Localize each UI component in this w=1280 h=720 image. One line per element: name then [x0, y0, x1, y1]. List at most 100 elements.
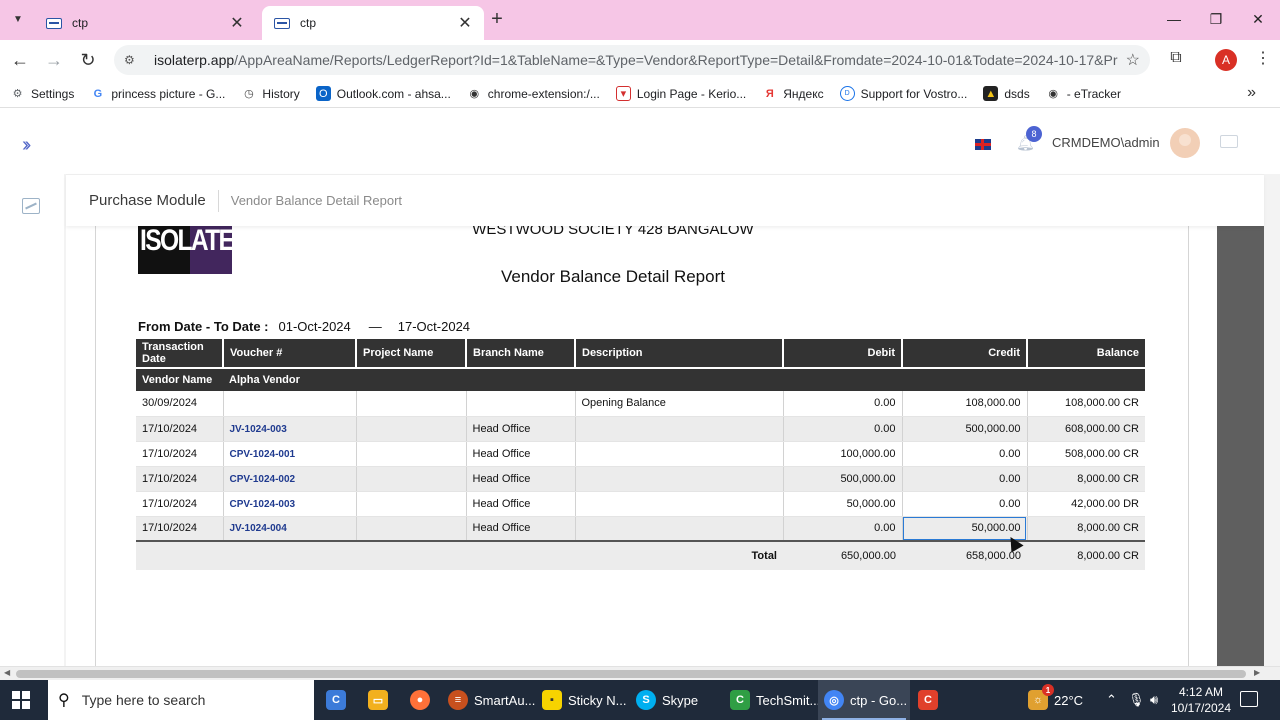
volume-icon[interactable]: 🔊︎ [1150, 680, 1158, 720]
yandex-icon: Я [765, 87, 774, 100]
breadcrumb-divider [217, 189, 219, 212]
column-header: Branch Name [466, 339, 576, 368]
voucher-link[interactable]: CPV-1024-001 [230, 449, 296, 460]
bookmark-item[interactable]: ▾ Login Page - Kerio... [615, 86, 747, 101]
site-favicon-icon [274, 17, 290, 29]
close-tab-icon[interactable]: ✕ [228, 13, 246, 33]
cell-branch: Head Office [466, 416, 576, 442]
voucher-link[interactable]: CPV-1024-003 [230, 499, 296, 510]
weather-widget[interactable]: ☼ 1 22°C [1028, 680, 1083, 720]
browser-menu-icon[interactable]: ⋮ [1253, 48, 1273, 68]
column-header: Description [575, 339, 784, 368]
voucher-link[interactable]: CPV-1024-002 [230, 474, 296, 485]
window-close-icon[interactable]: ✕ [1236, 6, 1280, 32]
taskbar-app[interactable]: C TechSmit... [730, 680, 820, 720]
scroll-right-icon[interactable]: ▶ [1254, 668, 1260, 677]
notification-center-icon[interactable] [1240, 691, 1258, 707]
address-bar[interactable]: ⚙ isolaterp.app/AppAreaName/Reports/Ledg… [114, 45, 1150, 75]
bookmark-label: Support for Vostro... [860, 86, 968, 101]
breadcrumb-module[interactable]: Purchase Module [89, 192, 206, 209]
url-text[interactable]: isolaterp.app/AppAreaName/Reports/Ledger… [154, 52, 1118, 68]
breadcrumb: Purchase Module Vendor Balance Detail Re… [66, 174, 1264, 226]
language-flag-icon[interactable] [975, 139, 991, 150]
bookmark-item[interactable]: ▲ dsds [983, 86, 1030, 101]
dashboard-chart-icon[interactable] [22, 198, 40, 214]
total-label: Total [136, 540, 783, 570]
windows-taskbar: ⚲ Type here to search C ▭ ● ≡ SmartAu... … [0, 680, 1280, 720]
browser-tab-active[interactable]: ctp ✕ [262, 6, 484, 40]
smartaudit-icon: ≡ [448, 690, 468, 710]
minimize-icon[interactable]: — [1152, 6, 1196, 32]
cell-branch: Head Office [466, 491, 576, 517]
bookmarks-overflow-icon[interactable]: » [1247, 84, 1256, 102]
bookmark-label: Outlook.com - ahsa... [336, 86, 451, 101]
reload-icon[interactable]: ↻ [76, 48, 100, 72]
site-favicon-icon [46, 17, 62, 29]
address-bar-row: ← → ↻ ⚙ isolaterp.app/AppAreaName/Report… [0, 40, 1280, 80]
bookmark-star-icon[interactable]: ☆ [1126, 50, 1140, 70]
tray-overflow-icon[interactable]: ⌃ [1106, 680, 1117, 720]
taskbar-search[interactable]: ⚲ Type here to search [48, 680, 314, 720]
bookmark-item[interactable]: O Outlook.com - ahsa... [315, 86, 451, 101]
outlook-icon: O [315, 86, 331, 101]
voucher-link[interactable]: JV-1024-004 [230, 523, 287, 534]
tab-search-icon[interactable]: ▼ [6, 8, 30, 30]
cell-description: Opening Balance [575, 391, 784, 417]
profile-avatar[interactable]: A [1215, 49, 1237, 71]
bookmark-item[interactable]: Gprincess picture - G... [90, 86, 226, 101]
taskbar-app[interactable]: S Skype [636, 680, 698, 720]
globe-icon: ◉ [469, 88, 480, 100]
table-header-row: Transaction Date Voucher # Project Name … [136, 339, 1145, 368]
taskbar-app-label: ctp - Go... [850, 692, 908, 708]
expand-menu-icon[interactable]: ›› [22, 134, 32, 157]
search-icon: ⚲ [58, 692, 70, 709]
total-row: Total 650,000.00 658,000.00 8,000.00 CR [136, 540, 1145, 570]
taskbar-app-label: TechSmit... [756, 692, 821, 708]
weather-badge: 1 [1042, 684, 1054, 696]
bookmark-item[interactable]: ◉ - eTracker [1046, 86, 1121, 101]
taskbar-app[interactable]: ≡ SmartAu... [448, 680, 535, 720]
taskbar-app[interactable]: C [918, 680, 944, 720]
chat-icon[interactable] [1220, 135, 1238, 148]
bookmarks-bar: ⚙ Settings Gprincess picture - G... ◷ Hist… [0, 80, 1280, 108]
date-range: From Date - To Date : 01-Oct-2024 — 17-O… [138, 319, 470, 334]
site-info-icon[interactable]: ⚙ [124, 53, 142, 67]
bookmark-label: Login Page - Kerio... [636, 86, 747, 101]
back-icon[interactable]: ← [8, 48, 32, 72]
cell-debit: 500,000.00 [783, 466, 903, 492]
taskbar-app[interactable]: C [326, 680, 352, 720]
user-name[interactable]: CRMDEMO\admin [1052, 135, 1160, 150]
bookmark-item[interactable]: D Support for Vostro... [839, 86, 968, 101]
bookmark-item[interactable]: ⚙ Settings [10, 86, 75, 101]
notification-badge[interactable]: 8 [1026, 126, 1042, 142]
microphone-icon[interactable]: 🎙︎ [1128, 680, 1145, 720]
system-clock[interactable]: 4:12 AM 10/17/2024 [1168, 684, 1234, 716]
user-avatar[interactable] [1170, 128, 1200, 158]
scroll-left-icon[interactable]: ◀ [4, 668, 10, 677]
voucher-link[interactable]: JV-1024-003 [230, 424, 287, 435]
app-viewport: ›› 🔔︎ 8 CRMDEMO\admin Purchase Module Ve… [0, 108, 1280, 666]
cell-branch: Head Office [466, 516, 576, 542]
browser-tab[interactable]: ctp ✕ [34, 6, 256, 40]
cell-balance: 8,000.00 CR [1027, 516, 1145, 542]
windows-start-icon[interactable] [12, 691, 30, 709]
close-tab-icon[interactable]: ✕ [456, 13, 474, 33]
taskbar-app[interactable]: ● [410, 680, 436, 720]
forward-icon[interactable]: → [42, 48, 66, 72]
taskbar-app[interactable]: ▪ Sticky N... [542, 680, 627, 720]
horizontal-scrollbar[interactable]: ◀ ▶ [0, 666, 1280, 680]
new-tab-icon[interactable]: + [486, 8, 508, 31]
taskbar-app[interactable]: ▭ [368, 680, 394, 720]
bookmark-item[interactable]: ◷ History [241, 86, 300, 101]
report-scrollbar[interactable] [1217, 226, 1264, 666]
browser-tab-bar: ▼ ctp ✕ ctp ✕ + — ❐ ✕ [0, 0, 1280, 40]
scroll-thumb[interactable] [16, 670, 1246, 678]
bookmark-item[interactable]: Я Яндекс [762, 86, 824, 101]
bookmark-item[interactable]: ◉ chrome-extension:/... [467, 86, 599, 101]
extensions-icon[interactable]: ⧉ [1166, 49, 1186, 69]
taskbar-app-active[interactable]: ◎ ctp - Go... [818, 680, 910, 720]
tab-title: ctp [300, 16, 317, 30]
total-debit: 650,000.00 [783, 540, 902, 570]
table-row: 17/10/2024 JV-1024-003 Head Office 0.00 … [136, 416, 1145, 442]
restore-icon[interactable]: ❐ [1194, 6, 1238, 32]
